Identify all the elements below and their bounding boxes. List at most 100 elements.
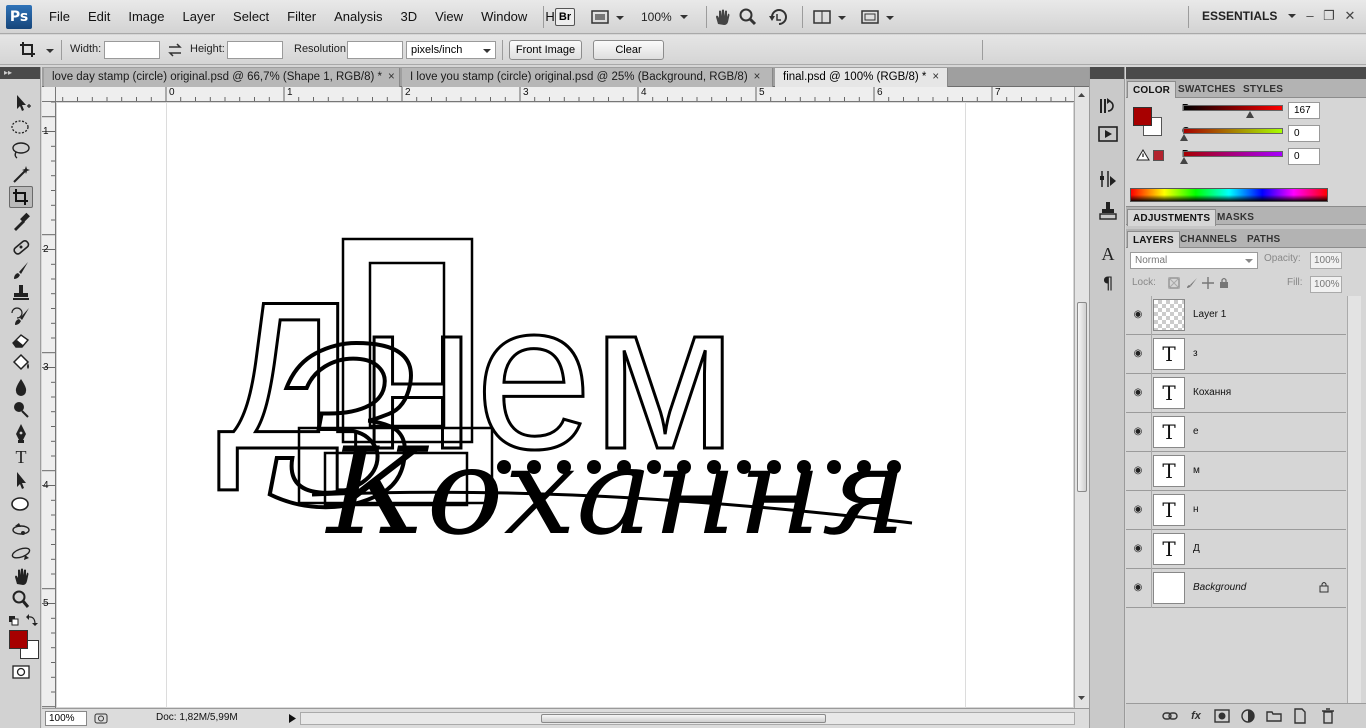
minimize-button[interactable]: – bbox=[1301, 7, 1319, 25]
swap-colors-button[interactable] bbox=[26, 614, 38, 626]
blur-tool[interactable] bbox=[9, 376, 33, 398]
eraser-tool[interactable] bbox=[9, 328, 33, 350]
workspace-switcher[interactable]: ESSENTIALS bbox=[1202, 9, 1296, 23]
close-tab-icon[interactable]: × bbox=[754, 71, 761, 83]
paint-bucket-tool[interactable] bbox=[9, 352, 33, 374]
history-panel-button[interactable] bbox=[1097, 95, 1119, 117]
layer-style-button[interactable]: fx bbox=[1188, 708, 1204, 724]
default-colors-button[interactable] bbox=[9, 615, 19, 626]
scroll-thumb[interactable] bbox=[541, 714, 826, 723]
screen-mode-button[interactable] bbox=[860, 7, 896, 27]
tab-layers[interactable]: LAYERS bbox=[1127, 231, 1180, 248]
link-layers-button[interactable] bbox=[1162, 708, 1178, 724]
red-value-field[interactable]: 167 bbox=[1288, 102, 1320, 119]
canvas-area[interactable]: Днем з Кохання bbox=[57, 103, 1073, 707]
close-tab-icon[interactable]: × bbox=[388, 71, 395, 83]
clone-stamp-tool[interactable] bbox=[9, 282, 33, 304]
menu-select[interactable]: Select bbox=[224, 0, 278, 34]
vertical-ruler[interactable]: 1 2 3 4 5 bbox=[42, 102, 56, 708]
status-info-button[interactable] bbox=[94, 711, 108, 725]
gamut-color-swatch[interactable] bbox=[1153, 150, 1164, 161]
foreground-color-swatch[interactable] bbox=[9, 630, 28, 649]
resolution-units-dropdown[interactable]: pixels/inch bbox=[406, 41, 496, 59]
marquee-tool[interactable] bbox=[9, 116, 33, 138]
vertical-scrollbar[interactable] bbox=[1074, 87, 1089, 708]
new-group-button[interactable] bbox=[1266, 708, 1282, 724]
lock-image-brush-icon[interactable] bbox=[1186, 277, 1198, 289]
zoom-tool-button[interactable] bbox=[738, 7, 758, 27]
lasso-tool[interactable] bbox=[9, 139, 33, 161]
zoom-tool[interactable] bbox=[9, 588, 33, 610]
adjustment-layer-button[interactable] bbox=[1240, 708, 1256, 724]
menu-analysis[interactable]: Analysis bbox=[325, 0, 391, 34]
slider-knob[interactable] bbox=[1180, 134, 1188, 141]
tab-masks[interactable]: MASKS bbox=[1212, 209, 1259, 226]
eye-visibility-icon[interactable]: ◉ bbox=[1131, 543, 1145, 554]
rotate-view-button[interactable] bbox=[768, 7, 792, 27]
tab-final[interactable]: final.psd @ 100% (RGB/8) * × bbox=[775, 68, 948, 87]
color-spectrum-ramp[interactable] bbox=[1130, 188, 1328, 202]
layer-row[interactable]: ◉ Layer 1 bbox=[1126, 296, 1346, 335]
tab-love-day-stamp[interactable]: love day stamp (circle) original.psd @ 6… bbox=[44, 68, 400, 87]
scroll-thumb[interactable] bbox=[1077, 302, 1087, 492]
healing-brush-tool[interactable] bbox=[9, 236, 33, 258]
delete-layer-button[interactable] bbox=[1320, 708, 1336, 724]
tab-channels[interactable]: CHANNELS bbox=[1175, 231, 1242, 248]
layer-row[interactable]: ◉ T з bbox=[1126, 335, 1346, 374]
out-of-gamut-warning[interactable] bbox=[1136, 149, 1150, 161]
lock-position-icon[interactable] bbox=[1202, 277, 1214, 289]
history-brush-tool[interactable] bbox=[9, 305, 33, 327]
slider-knob[interactable] bbox=[1245, 111, 1254, 118]
layer-row[interactable]: ◉ T е bbox=[1126, 413, 1346, 452]
eye-visibility-icon[interactable]: ◉ bbox=[1131, 309, 1145, 320]
magic-wand-tool[interactable] bbox=[9, 163, 33, 185]
green-value-field[interactable]: 0 bbox=[1288, 125, 1320, 142]
pen-tool[interactable] bbox=[9, 422, 33, 444]
character-panel-button[interactable]: A bbox=[1097, 243, 1119, 265]
blue-value-field[interactable]: 0 bbox=[1288, 148, 1320, 165]
status-zoom-field[interactable]: 100% bbox=[45, 711, 87, 726]
menu-filter[interactable]: Filter bbox=[278, 0, 325, 34]
tab-adjustments[interactable]: ADJUSTMENTS bbox=[1127, 209, 1217, 226]
shape-tool[interactable] bbox=[9, 493, 33, 515]
horizontal-ruler[interactable]: 0 1 2 3 4 5 6 7 bbox=[56, 87, 1074, 102]
lock-all-icon[interactable] bbox=[1218, 277, 1230, 289]
new-layer-button[interactable] bbox=[1292, 708, 1308, 724]
menu-image[interactable]: Image bbox=[119, 0, 173, 34]
clone-source-panel-button[interactable] bbox=[1097, 200, 1119, 222]
slider-knob[interactable] bbox=[1180, 157, 1188, 164]
color-foreground-swatch[interactable] bbox=[1133, 107, 1152, 126]
bridge-button[interactable]: Br bbox=[555, 8, 575, 26]
lock-transparent-icon[interactable] bbox=[1168, 277, 1180, 289]
layer-row[interactable]: ◉ T н bbox=[1126, 491, 1346, 530]
height-field[interactable] bbox=[227, 41, 283, 59]
crop-tool[interactable] bbox=[9, 186, 33, 208]
layers-scrollbar[interactable] bbox=[1347, 296, 1361, 716]
tab-paths[interactable]: PATHS bbox=[1242, 231, 1285, 248]
eyedropper-tool[interactable] bbox=[9, 210, 33, 232]
green-slider[interactable] bbox=[1180, 128, 1283, 141]
move-tool[interactable] bbox=[9, 92, 33, 114]
close-button[interactable]: ✕ bbox=[1341, 7, 1359, 25]
status-menu-button[interactable] bbox=[286, 712, 298, 725]
type-tool[interactable]: T bbox=[9, 446, 33, 468]
paragraph-panel-button[interactable]: ¶ bbox=[1097, 273, 1119, 295]
front-image-button[interactable]: Front Image bbox=[509, 40, 582, 60]
tab-color[interactable]: COLOR bbox=[1127, 81, 1177, 98]
blue-slider[interactable] bbox=[1180, 151, 1283, 164]
tool-preset-picker[interactable] bbox=[18, 40, 58, 60]
opacity-field[interactable]: 100% bbox=[1310, 252, 1342, 269]
tool-presets-panel-button[interactable] bbox=[1097, 168, 1119, 190]
path-selection-tool[interactable] bbox=[9, 469, 33, 491]
blend-mode-dropdown[interactable]: Normal bbox=[1130, 252, 1258, 269]
artwork[interactable]: Днем з Кохання bbox=[57, 103, 1073, 707]
panel-group-header[interactable] bbox=[1126, 67, 1366, 79]
eye-visibility-icon[interactable]: ◉ bbox=[1131, 504, 1145, 515]
dock-header[interactable] bbox=[1090, 67, 1124, 79]
hand-tool[interactable] bbox=[9, 565, 33, 587]
tab-i-love-you-stamp[interactable]: I love you stamp (circle) original.psd @… bbox=[402, 68, 773, 87]
eye-visibility-icon[interactable]: ◉ bbox=[1131, 387, 1145, 398]
clear-button[interactable]: Clear bbox=[593, 40, 664, 60]
view-extras-button[interactable] bbox=[590, 7, 626, 27]
tab-styles[interactable]: STYLES bbox=[1238, 81, 1288, 98]
